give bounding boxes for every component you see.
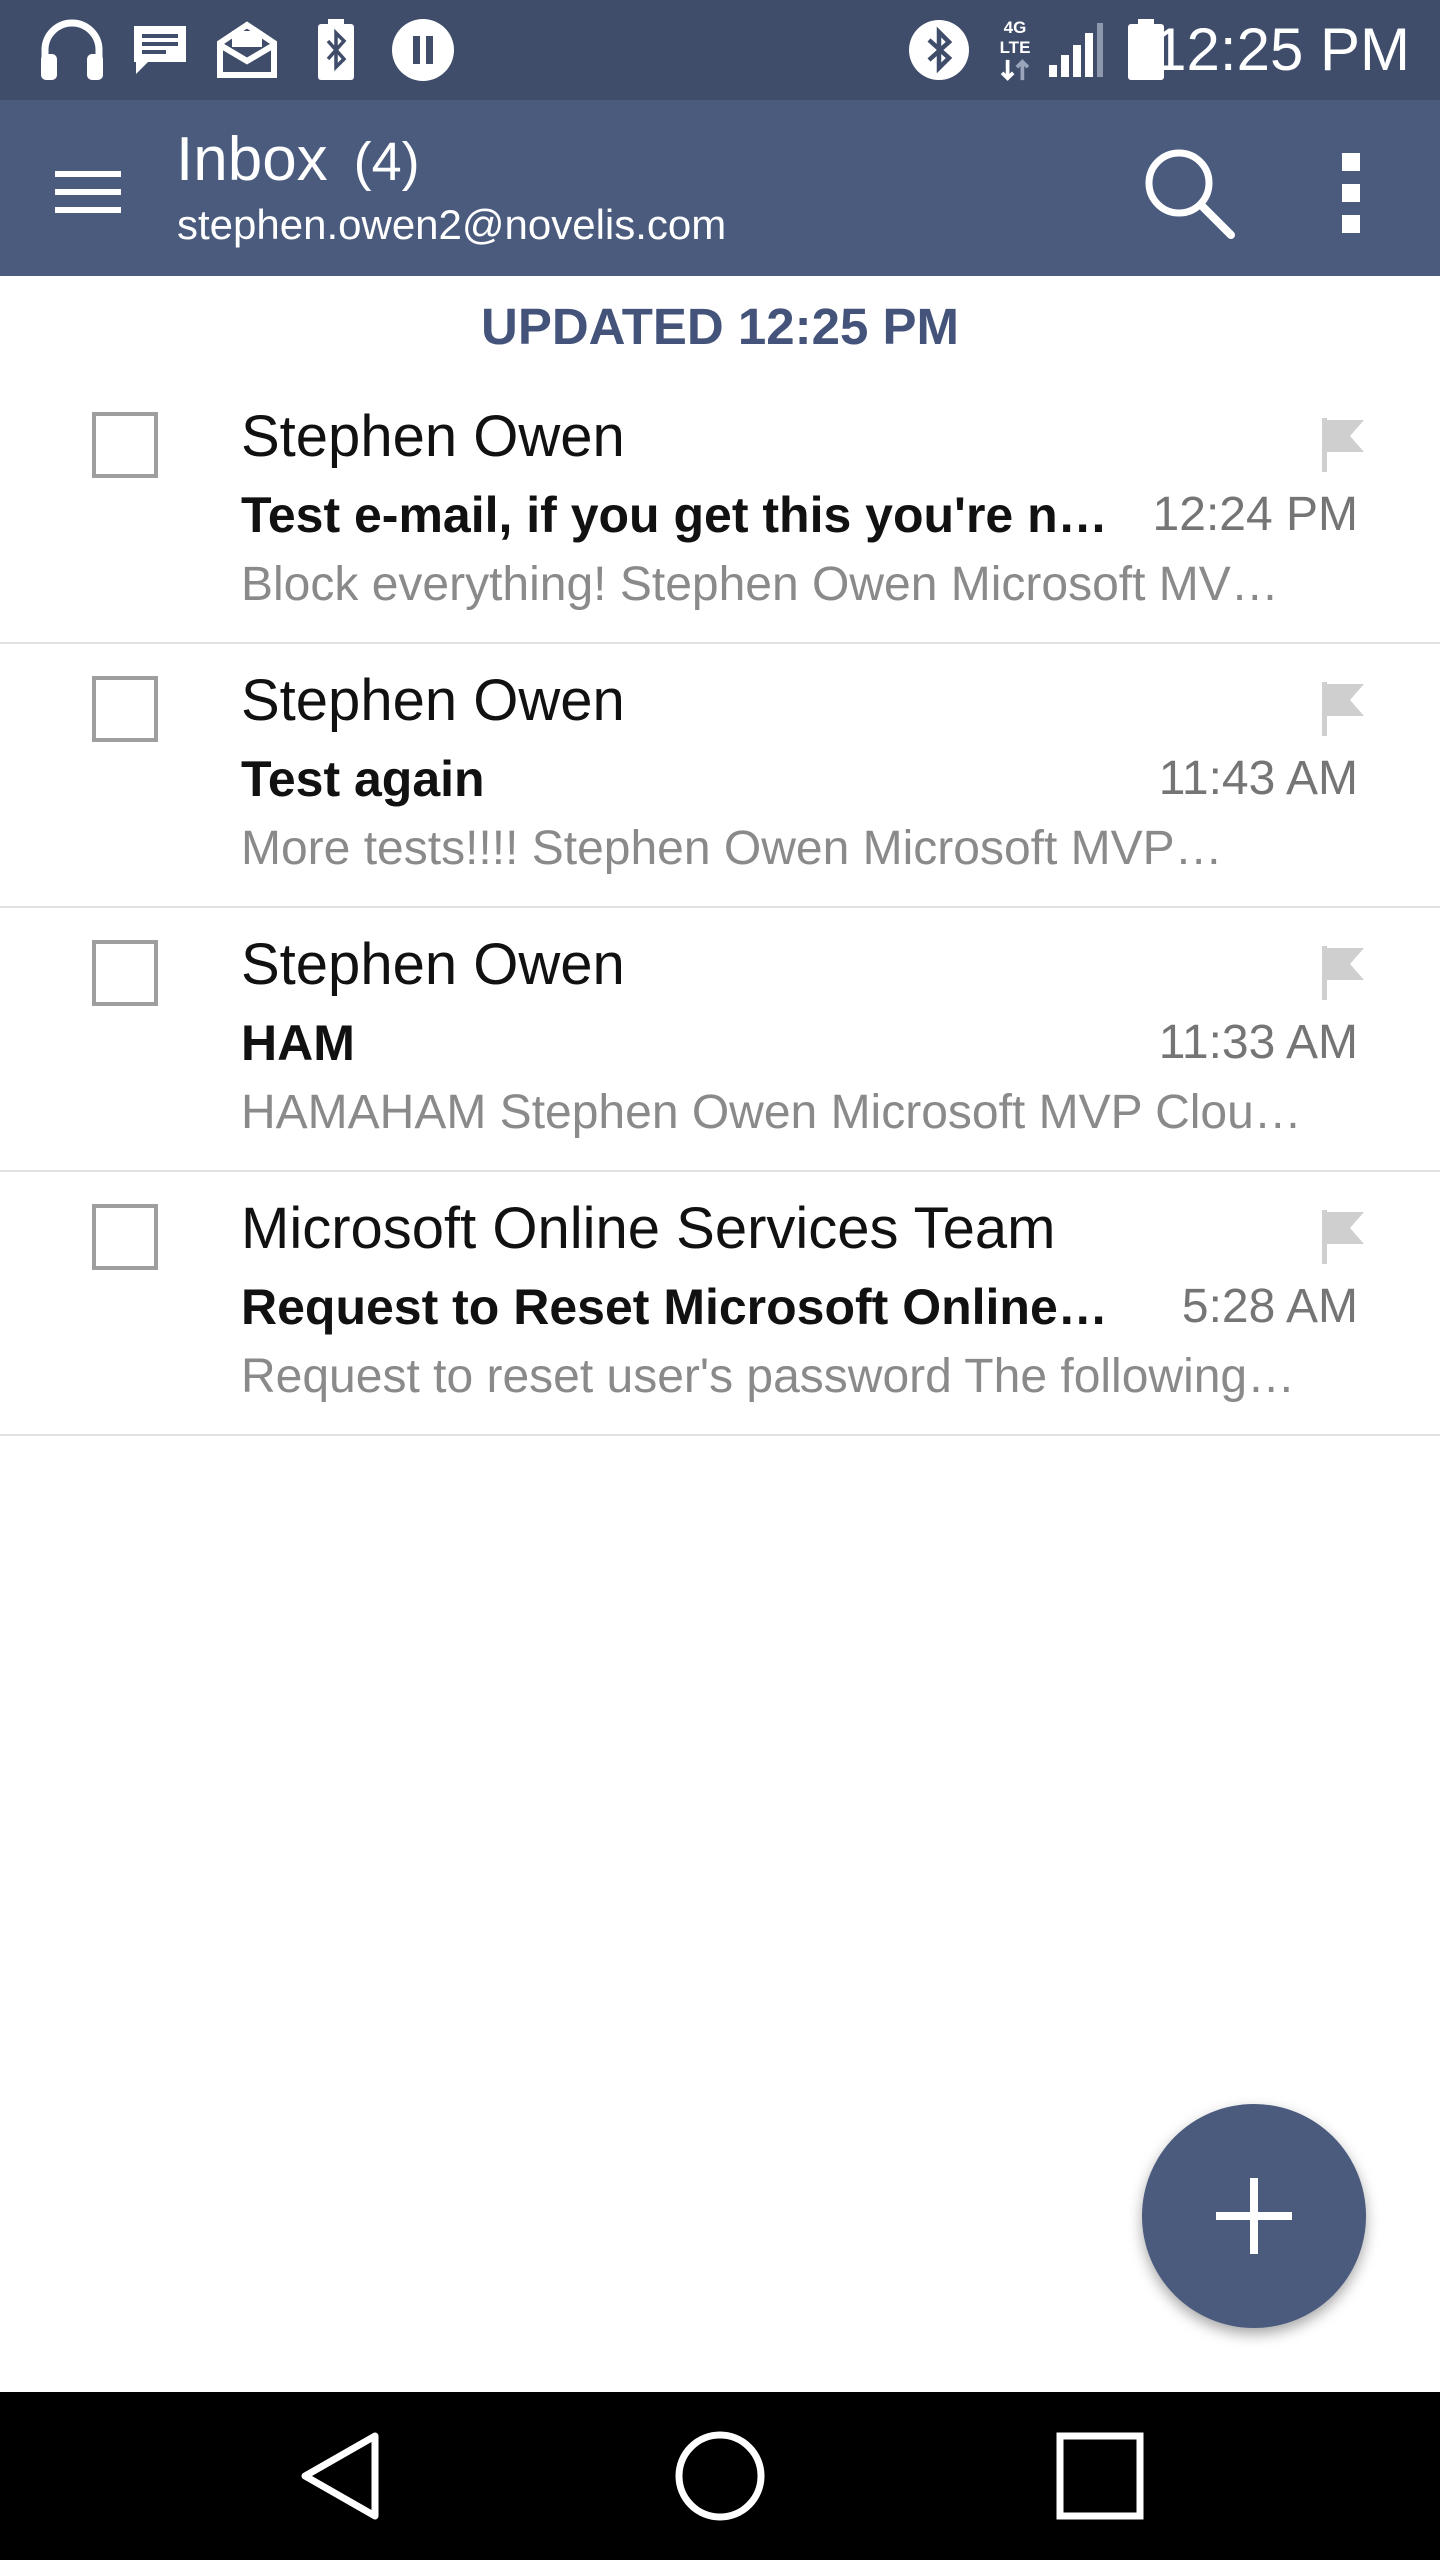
message-sender: Microsoft Online Services Team (241, 1196, 1056, 1261)
message-preview: Request to reset user's password The fol… (241, 1350, 1296, 1403)
mail-icon (214, 18, 280, 82)
flag-icon[interactable] (1320, 944, 1366, 1000)
flag-icon[interactable] (1320, 1208, 1366, 1264)
page-title: Inbox (176, 125, 328, 194)
menu-icon (55, 171, 121, 213)
flag-icon[interactable] (1320, 680, 1366, 736)
message-row[interactable]: Stephen Owen Test e-mail, if you get thi… (0, 380, 1440, 644)
message-icon (128, 18, 192, 82)
message-time: 11:33 AM (1158, 1016, 1358, 1069)
back-button[interactable] (270, 2416, 410, 2536)
message-subject: Request to Reset Microsoft Online S… (241, 1279, 1121, 1335)
message-preview: More tests!!!! Stephen Owen Microsoft MV… (241, 822, 1223, 875)
back-icon (301, 2432, 379, 2520)
message-preview: Block everything! Stephen Owen Microsoft… (241, 558, 1279, 611)
message-time: 12:24 PM (1152, 488, 1358, 541)
app-bar: Inbox (4) stephen.owen2@novelis.com (0, 100, 1440, 276)
search-button[interactable] (1134, 138, 1244, 248)
menu-button[interactable] (40, 152, 136, 232)
message-list: Stephen Owen Test e-mail, if you get thi… (0, 380, 1440, 1436)
home-button[interactable] (650, 2416, 790, 2536)
message-time: 5:28 AM (1181, 1280, 1358, 1333)
select-checkbox[interactable] (92, 940, 158, 1006)
recents-icon (1056, 2432, 1144, 2520)
headphones-icon (34, 18, 110, 82)
recents-button[interactable] (1030, 2416, 1170, 2536)
compose-button[interactable] (1142, 2104, 1366, 2328)
inbox-title[interactable]: Inbox (4) (176, 124, 420, 198)
message-sender: Stephen Owen (241, 668, 625, 733)
navigation-bar (0, 2392, 1440, 2560)
message-subject: Test e-mail, if you get this you're no… (241, 487, 1121, 543)
message-preview: HAMAHAM Stephen Owen Microsoft MVP Clou… (241, 1086, 1302, 1139)
message-time: 11:43 AM (1158, 752, 1358, 805)
plus-icon (1216, 2178, 1292, 2254)
select-checkbox[interactable] (92, 412, 158, 478)
message-subject: HAM (241, 1015, 355, 1071)
select-checkbox[interactable] (92, 1204, 158, 1270)
more-options-button[interactable] (1306, 138, 1396, 248)
more-vert-icon (1342, 153, 1360, 233)
account-email: stephen.owen2@novelis.com (177, 201, 727, 248)
flag-icon[interactable] (1320, 416, 1366, 472)
message-row[interactable]: Microsoft Online Services Team Request t… (0, 1172, 1440, 1436)
updated-label: UPDATED 12:25 PM (480, 298, 959, 355)
message-sender: Stephen Owen (241, 932, 625, 997)
bluetooth-battery-icon (314, 18, 358, 82)
message-sender: Stephen Owen (241, 404, 625, 469)
status-time: 12:25 PM (1153, 16, 1410, 83)
message-row[interactable]: Stephen Owen Test again 11:43 AM More te… (0, 644, 1440, 908)
network-4g-lte-icon: 4G LTE (990, 18, 1040, 82)
message-subject: Test again (241, 751, 485, 807)
message-row[interactable]: Stephen Owen HAM 11:33 AM HAMAHAM Stephe… (0, 908, 1440, 1172)
unread-count: (4) (353, 132, 420, 192)
bluetooth-icon (906, 18, 972, 82)
media-pause-icon (388, 18, 458, 82)
select-checkbox[interactable] (92, 676, 158, 742)
signal-icon (1046, 18, 1106, 82)
search-icon (1145, 149, 1235, 239)
status-bar: 4G LTE 12:25 PM (0, 0, 1440, 100)
home-icon (675, 2431, 765, 2521)
